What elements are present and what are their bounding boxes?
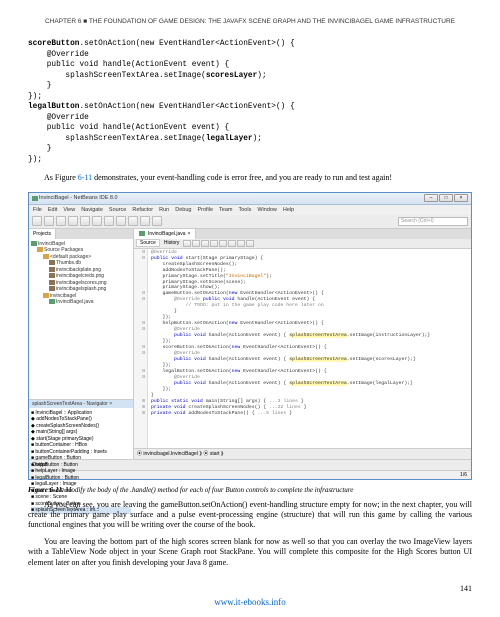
editor-tabs: InvinciBagel.java ×	[134, 229, 471, 239]
toolbar: Search (Ctrl+I)	[29, 215, 471, 229]
project-tree[interactable]: InvinciBagel Source Packages <default pa…	[29, 239, 133, 399]
ide-screenshot: InvinciBagel - NetBeans IDE 8.0 – □ × Fi…	[28, 192, 472, 480]
editor-tab[interactable]: InvinciBagel.java ×	[134, 229, 196, 239]
window-titlebar: InvinciBagel - NetBeans IDE 8.0 – □ ×	[29, 193, 471, 205]
minimize-button[interactable]: –	[424, 194, 438, 202]
code-block: scoreButton.setOnAction(new EventHandler…	[28, 39, 472, 165]
menu-source[interactable]: Source	[109, 207, 126, 213]
editor-button[interactable]	[201, 240, 209, 247]
toolbar-button[interactable]	[56, 216, 66, 226]
footer-link[interactable]: www.it-ebooks.info	[0, 597, 500, 607]
projects-tab: Projects	[29, 229, 133, 239]
toolbar-button[interactable]	[92, 216, 102, 226]
toolbar-button[interactable]	[152, 216, 162, 226]
toolbar-button[interactable]	[80, 216, 90, 226]
menu-refactor[interactable]: Refactor	[132, 207, 153, 213]
code-editor[interactable]: ⊟⊟⊟⊟⊟⊟⊟⊟⊟⊟⊞⊞⊞ @Override public void star…	[134, 249, 471, 448]
menu-profile[interactable]: Profile	[197, 207, 213, 213]
status-right: 1/6	[460, 472, 467, 478]
close-button[interactable]: ×	[454, 194, 468, 202]
chapter-header: CHAPTER 6 ■ THE FOUNDATION OF GAME DESIG…	[28, 18, 472, 25]
toolbar-button[interactable]	[140, 216, 150, 226]
editor-button[interactable]	[246, 240, 254, 247]
projects-tab-label[interactable]: Projects	[29, 229, 56, 239]
app-icon	[32, 196, 38, 201]
menu-navigate[interactable]: Navigate	[81, 207, 103, 213]
menu-run[interactable]: Run	[159, 207, 169, 213]
menu-debug[interactable]: Debug	[175, 207, 191, 213]
paragraph-2: As you can see, you are leaving the game…	[28, 500, 472, 531]
menu-view[interactable]: View	[63, 207, 75, 213]
toolbar-button[interactable]	[128, 216, 138, 226]
menu-window[interactable]: Window	[257, 207, 277, 213]
page-number: 141	[460, 584, 472, 593]
editor-button[interactable]	[219, 240, 227, 247]
editor-button[interactable]	[192, 240, 200, 247]
toolbar-button[interactable]	[32, 216, 42, 226]
menu-team[interactable]: Team	[219, 207, 232, 213]
toolbar-button[interactable]	[44, 216, 54, 226]
search-input[interactable]: Search (Ctrl+I)	[398, 217, 468, 226]
toolbar-button[interactable]	[116, 216, 126, 226]
editor-button[interactable]	[183, 240, 191, 247]
paragraph-1: As Figure 6-11 demonstrates, your event-…	[28, 173, 472, 183]
menu-help[interactable]: Help	[283, 207, 294, 213]
window-title: InvinciBagel - NetBeans IDE 8.0	[39, 195, 424, 201]
menu-tools[interactable]: Tools	[239, 207, 252, 213]
breadcrumb-bar: ⦿ invincibagel.InvinciBagel ⟫ ⦿ start ⟫	[134, 448, 471, 459]
maximize-button[interactable]: □	[439, 194, 453, 202]
editor-button[interactable]	[228, 240, 236, 247]
figure-caption: Figure 6-11. Modify the body of the .han…	[28, 486, 472, 494]
toolbar-button[interactable]	[104, 216, 114, 226]
menubar: File Edit View Navigate Source Refactor …	[29, 205, 471, 215]
editor-button[interactable]	[210, 240, 218, 247]
toolbar-button[interactable]	[68, 216, 78, 226]
editor-toolbar: Source History	[134, 239, 471, 249]
source-code: @Override public void start(Stage primar…	[148, 249, 471, 448]
line-gutter: ⊟⊟⊟⊟⊟⊟⊟⊟⊟⊟⊞⊞⊞	[134, 249, 148, 448]
navigator-header: splashScreenTextArea - Navigator ×	[29, 400, 133, 408]
breadcrumb[interactable]: ⦿ invincibagel.InvinciBagel ⟫ ⦿ start ⟫	[137, 450, 224, 457]
menu-file[interactable]: File	[33, 207, 42, 213]
history-tab[interactable]: History	[161, 240, 183, 246]
source-tab[interactable]: Source	[136, 239, 160, 247]
paragraph-3: You are leaving the bottom part of the h…	[28, 537, 472, 568]
editor-button[interactable]	[237, 240, 245, 247]
menu-edit[interactable]: Edit	[48, 207, 57, 213]
